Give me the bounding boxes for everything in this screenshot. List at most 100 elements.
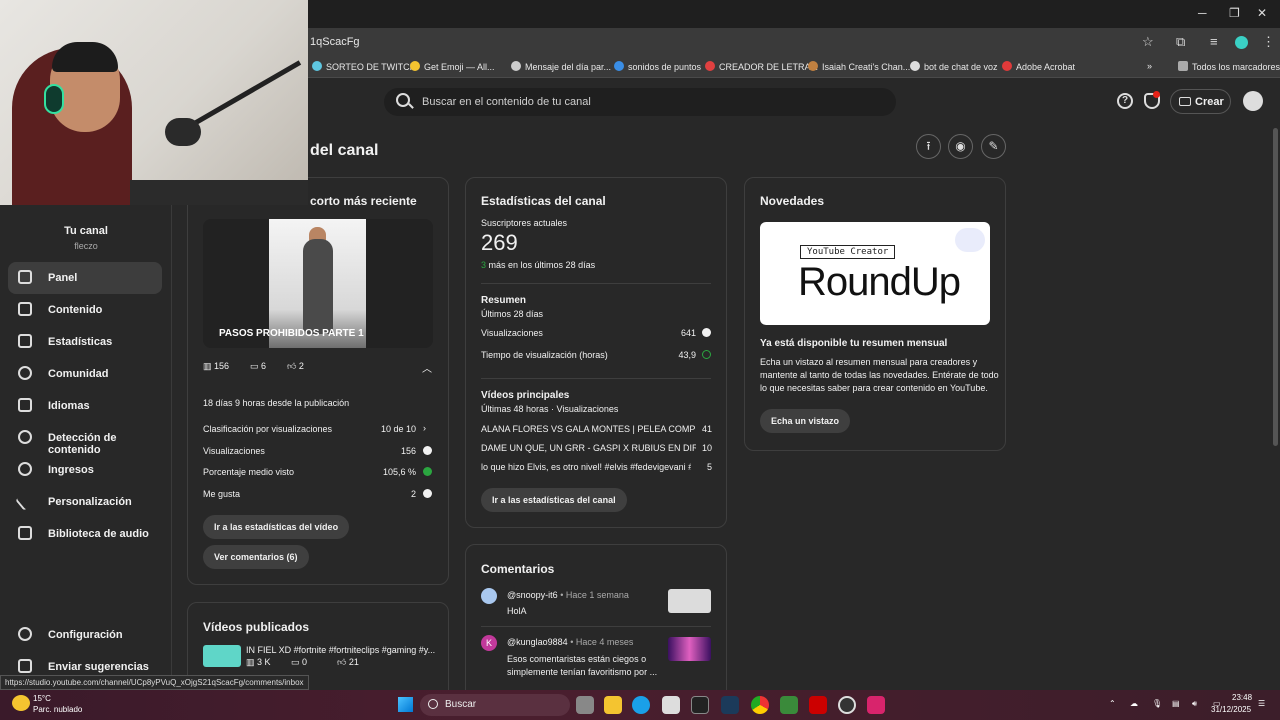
sidebar-item-settings[interactable]: Configuración [8, 619, 162, 651]
sidebar-item-analytics[interactable]: Estadísticas [8, 326, 162, 358]
comment-icon: ▭ [291, 657, 300, 667]
network-icon[interactable]: ▤ [1172, 699, 1180, 708]
headset [44, 84, 64, 114]
video-thumbnail[interactable] [203, 645, 241, 667]
comment-video-thumbnail[interactable] [668, 589, 711, 613]
bookmark-item[interactable]: sonidos de puntos [614, 61, 701, 72]
app-icon[interactable] [809, 696, 827, 714]
sidebar-item-panel[interactable]: Panel [8, 262, 162, 294]
extensions-icon[interactable]: ⧉ [1176, 34, 1185, 50]
view-comments-button[interactable]: Ver comentarios (6) [203, 545, 309, 569]
tray-chevron-icon[interactable]: ⌃ [1109, 699, 1116, 708]
community-icon [18, 366, 32, 380]
sidebar-item-content-detection[interactable]: Detección de contenido [8, 422, 162, 456]
comment-text: Esos comentaristas están ciegos o [507, 654, 647, 664]
comment-video-thumbnail[interactable] [668, 637, 711, 661]
top-video-title[interactable]: DAME UN QUE, UN GRR - GASPI X RUBIUS EN … [481, 443, 696, 453]
sidebar-item-audio-library[interactable]: Biblioteca de audio [8, 518, 162, 550]
page-scrollbar[interactable] [1273, 128, 1278, 446]
folder-icon [1178, 61, 1188, 71]
clock-time[interactable]: 23:48 [1232, 693, 1252, 702]
top-video-title[interactable]: ALANA FLORES VS GALA MONTES | PELEA COMP… [481, 424, 696, 434]
subtitles-icon [18, 398, 32, 412]
sidebar-item-content[interactable]: Contenido [8, 294, 162, 326]
minimize-button[interactable]: ─ [1198, 6, 1207, 20]
weather-temp[interactable]: 15°C [33, 694, 51, 703]
bookmark-icon [614, 61, 624, 71]
copyright-icon [18, 430, 32, 444]
mic-arm [194, 60, 302, 125]
taskbar-search[interactable]: Buscar [420, 694, 570, 716]
sidebar-item-earn[interactable]: Ingresos [8, 454, 162, 486]
weather-icon[interactable] [12, 695, 30, 711]
menu-dots-icon[interactable]: ⋮ [1262, 34, 1275, 50]
comment-user[interactable]: @kunglao9884 • Hace 4 meses [507, 637, 633, 647]
upload-button[interactable]: ⭱ [916, 134, 941, 159]
news-cta-button[interactable]: Echa un vistazo [760, 409, 851, 433]
notifications-icon[interactable]: ☰ [1258, 699, 1265, 708]
news-title: Novedades [760, 194, 825, 208]
short-thumbnail[interactable]: PASOS PROHIBIDOS PARTE 1 [203, 219, 433, 348]
channel-stats-button[interactable]: Ir a las estadísticas del canal [481, 488, 627, 512]
subscribers-count: 269 [481, 230, 518, 255]
search-input[interactable]: Buscar en el contenido de tu canal [422, 96, 591, 108]
commenter-avatar[interactable] [481, 588, 497, 604]
summary-period: Últimos 28 días [481, 309, 544, 319]
all-bookmarks[interactable]: Todos los marcadores [1178, 61, 1280, 72]
sidebar-item-customization[interactable]: Personalización [8, 486, 162, 518]
task-view-icon[interactable] [576, 696, 594, 714]
go-live-button[interactable]: ◉ [948, 134, 973, 159]
video-title[interactable]: IN FIEL XD #fortnite #fortniteclips #gam… [246, 645, 436, 655]
chrome-icon[interactable] [751, 696, 769, 714]
views-value: 156 [400, 446, 416, 456]
edge-icon[interactable] [632, 696, 650, 714]
profile-icon[interactable] [1235, 36, 1248, 49]
bookmark-icon [312, 61, 322, 71]
bookmarks-overflow-icon[interactable]: » [1147, 61, 1152, 71]
commenter-avatar[interactable]: K [481, 635, 497, 651]
arrow-up-icon [423, 467, 432, 476]
banner-tag: YouTube Creator [800, 245, 896, 259]
channel-search[interactable]: Buscar en el contenido de tu canal [384, 88, 896, 116]
clock-date[interactable]: 31/12/2025 [1211, 705, 1251, 714]
microphone-icon[interactable]: 🎙︎ [1152, 699, 1162, 708]
tiktok-icon[interactable] [867, 696, 885, 714]
chevron-right-icon[interactable]: › [423, 423, 426, 433]
channel-name[interactable]: Tu canal [0, 225, 172, 237]
close-window-button[interactable]: ✕ [1257, 6, 1267, 20]
sidebar-item-community[interactable]: Comunidad [8, 358, 162, 390]
minecraft-icon[interactable] [780, 696, 798, 714]
create-post-button[interactable]: ✎ [981, 134, 1006, 159]
video-stats-button[interactable]: Ir a las estadísticas del vídeo [203, 515, 350, 539]
star-icon[interactable]: ☆ [1142, 34, 1154, 50]
maximize-button[interactable]: ❐ [1229, 6, 1240, 20]
feedback-icon [18, 659, 32, 673]
help-icon[interactable]: ? [1117, 93, 1133, 109]
file-explorer-icon[interactable] [604, 696, 622, 714]
epic-games-icon[interactable] [691, 696, 709, 714]
summary-watchtime-value: 43,9 [678, 350, 696, 360]
windows-start-icon[interactable] [398, 697, 413, 712]
tray-app-icon[interactable]: ☁ [1130, 699, 1138, 708]
volume-icon[interactable]: 🔊︎ [1192, 699, 1197, 709]
bookmark-item[interactable]: Adobe Acrobat [1002, 61, 1075, 72]
sidebar-item-languages[interactable]: Idiomas [8, 390, 162, 422]
obs-icon[interactable] [838, 696, 856, 714]
media-icon[interactable]: ≡ [1210, 34, 1218, 49]
bookmark-item[interactable]: SORTEO DE TWITCH [312, 61, 416, 72]
steam-icon[interactable] [721, 696, 739, 714]
bookmark-item[interactable]: CREADOR DE LETRA... [705, 61, 818, 72]
account-avatar[interactable] [1243, 91, 1263, 111]
store-icon[interactable] [662, 696, 680, 714]
collapse-chevron-icon[interactable]: ︿ [422, 360, 432, 375]
bookmark-item[interactable]: bot de chat de voz [910, 61, 998, 72]
comments-stat: ▭ 6 [250, 361, 267, 371]
url-text[interactable]: 1qScacFg [310, 36, 360, 48]
roundup-banner[interactable]: YouTube Creator RoundUp [760, 222, 990, 325]
bookmark-item[interactable]: Mensaje del día par... [511, 61, 611, 72]
comment-user[interactable]: @snoopy-it6 • Hace 1 semana [507, 590, 629, 600]
bookmark-item[interactable]: Get Emoji — All... [410, 61, 495, 72]
create-button[interactable]: Crear [1170, 89, 1231, 114]
top-video-title[interactable]: lo que hizo Elvis, es otro nivel! #elvis… [481, 462, 691, 472]
bookmark-item[interactable]: Isaiah Creati's Chan... [808, 61, 910, 72]
